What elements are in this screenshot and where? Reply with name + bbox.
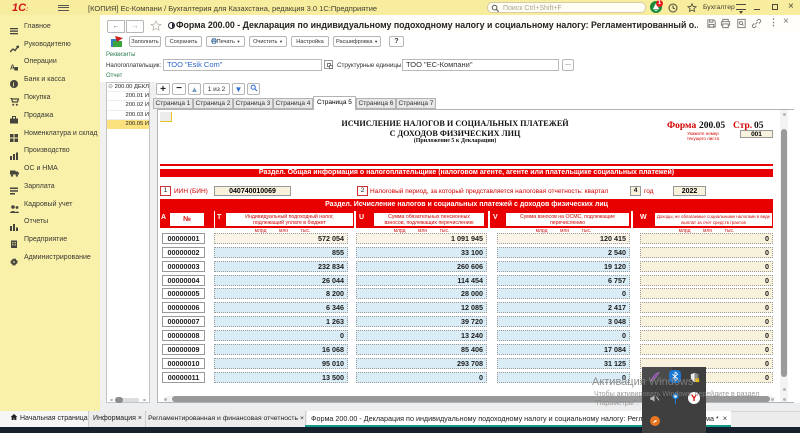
svg-text:А: А xyxy=(10,64,15,71)
svg-text:!: ! xyxy=(697,379,698,383)
